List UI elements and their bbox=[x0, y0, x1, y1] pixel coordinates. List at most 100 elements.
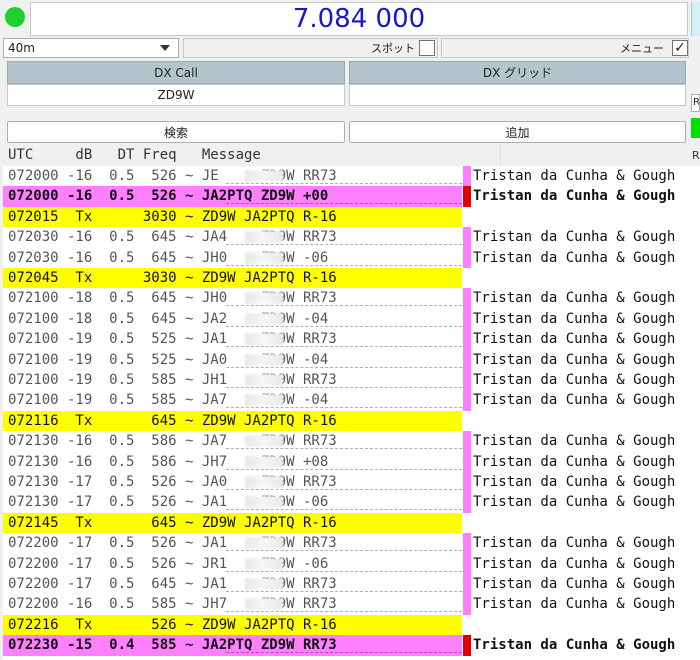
tx-row[interactable]: 072145 Tx 645 ~ ZD9W JA2PTQ R-16 bbox=[3, 512, 700, 534]
tx-row[interactable]: 072015 Tx 3030 ~ ZD9W JA2PTQ R-16 bbox=[3, 206, 700, 228]
decode-row[interactable]: 072130 -17 0.5 526 ~ JA0 ZD9W RR73 Trista… bbox=[3, 472, 700, 493]
add-button[interactable]: 追加 bbox=[349, 121, 686, 143]
decode-row[interactable]: 072000 -16 0.5 526 ~ JE ZD9W RR73 Tristan… bbox=[3, 166, 700, 187]
decode-text: 072216 Tx 526 ~ ZD9W JA2PTQ R-16 bbox=[8, 616, 337, 633]
message-underline bbox=[226, 244, 462, 246]
cq-marker bbox=[463, 431, 471, 452]
cq-marker bbox=[463, 594, 471, 615]
message-underline bbox=[226, 550, 462, 552]
dx-call-input[interactable]: ZD9W bbox=[7, 84, 345, 106]
redacted-callsign bbox=[245, 455, 283, 468]
decode-row[interactable]: 072130 -17 0.5 526 ~ JA1 ZD9W -06 Tristan… bbox=[3, 492, 700, 513]
message-underline bbox=[226, 264, 462, 266]
my-call-row[interactable]: 072230 -15 0.4 585 ~ JA2PTQ ZD9W RR73 Tri… bbox=[3, 635, 700, 656]
cq-marker bbox=[463, 186, 471, 207]
country-name: Tristan da Cunha & Gough bbox=[473, 392, 676, 409]
redacted-callsign bbox=[245, 537, 283, 550]
redacted-callsign bbox=[245, 496, 283, 509]
country-name: Tristan da Cunha & Gough bbox=[473, 433, 676, 450]
decode-row[interactable]: 072100 -18 0.5 645 ~ JH0 ZD9W RR73 Trista… bbox=[3, 288, 700, 309]
decode-row[interactable]: 072100 -19 0.5 525 ~ JA1 ZD9W RR73 Trista… bbox=[3, 329, 700, 350]
message-underline bbox=[226, 203, 462, 205]
country-name: Tristan da Cunha & Gough bbox=[473, 555, 676, 572]
tx-row[interactable]: 072116 Tx 645 ~ ZD9W JA2PTQ R-16 bbox=[3, 410, 700, 432]
cq-marker bbox=[463, 553, 471, 574]
dx-call-label: DX Call bbox=[154, 65, 198, 80]
decode-row[interactable]: 072130 -16 0.5 586 ~ JH7 ZD9W +08 Tristan… bbox=[3, 451, 700, 472]
frequency-display[interactable]: 7.084 000 bbox=[30, 2, 688, 36]
status-led bbox=[5, 7, 25, 27]
tx-row[interactable]: 072045 Tx 3030 ~ ZD9W JA2PTQ R-16 bbox=[3, 268, 700, 289]
redacted-callsign bbox=[245, 435, 283, 448]
band-select[interactable]: 40m bbox=[3, 38, 179, 58]
search-button[interactable]: 検索 bbox=[7, 121, 345, 143]
message-underline bbox=[226, 407, 462, 409]
country-name: Tristan da Cunha & Gough bbox=[473, 249, 676, 266]
tx-row[interactable]: 072216 Tx 526 ~ ZD9W JA2PTQ R-16 bbox=[3, 614, 700, 636]
redacted-callsign bbox=[245, 292, 283, 305]
country-name: Tristan da Cunha & Gough bbox=[473, 596, 676, 613]
decode-row[interactable]: 072030 -16 0.5 645 ~ JA4 ZD9W RR73 Trista… bbox=[3, 227, 700, 248]
frequency-value: 7.084 000 bbox=[292, 4, 426, 34]
message-underline bbox=[226, 325, 462, 327]
decode-log[interactable]: 072000 -16 0.5 526 ~ JE ZD9W RR73 Tristan… bbox=[3, 166, 700, 660]
decode-row[interactable]: 072030 -16 0.5 645 ~ JH0 ZD9W -06 Tristan… bbox=[3, 247, 700, 268]
country-name: Tristan da Cunha & Gough bbox=[473, 331, 676, 348]
check-icon: ✓ bbox=[674, 40, 686, 56]
side-r-label: R bbox=[693, 97, 700, 108]
decode-text: 072116 Tx 645 ~ ZD9W JA2PTQ R-16 bbox=[8, 412, 337, 429]
search-button-label: 検索 bbox=[163, 125, 188, 140]
redacted-callsign bbox=[245, 353, 283, 366]
decode-row[interactable]: 072200 -17 0.5 526 ~ JA1 ZD9W RR73 Trista… bbox=[3, 533, 700, 554]
decode-row[interactable]: 072200 -16 0.5 585 ~ JH7 ZD9W RR73 Trista… bbox=[3, 594, 700, 615]
message-underline bbox=[226, 346, 462, 348]
message-underline bbox=[226, 489, 462, 490]
chevron-down-icon[interactable] bbox=[160, 45, 170, 51]
redacted-callsign bbox=[245, 476, 283, 488]
spot-label: スポット bbox=[371, 42, 415, 55]
decode-row[interactable]: 072100 -19 0.5 585 ~ JA7 ZD9W -04 Tristan… bbox=[3, 390, 700, 411]
decode-row[interactable]: 072100 -19 0.5 585 ~ JH1 ZD9W RR73 Trista… bbox=[3, 370, 700, 391]
cq-marker bbox=[463, 492, 471, 513]
message-underline bbox=[226, 305, 462, 307]
my-call-row[interactable]: 072000 -16 0.5 526 ~ JA2PTQ ZD9W +00 Tris… bbox=[3, 186, 700, 207]
side-r-button[interactable]: R bbox=[691, 94, 700, 112]
redacted-callsign bbox=[245, 394, 283, 407]
redacted-callsign bbox=[245, 251, 283, 264]
cq-marker bbox=[463, 533, 471, 554]
redacted-callsign bbox=[245, 598, 283, 611]
decode-row[interactable]: 072200 -17 0.5 645 ~ JA1 ZD9W RR73 Trista… bbox=[3, 574, 700, 595]
country-name: Tristan da Cunha & Gough bbox=[473, 576, 676, 592]
country-name: Tristan da Cunha & Gough bbox=[473, 474, 676, 490]
menu-checkbox[interactable]: ✓ bbox=[672, 40, 688, 56]
decode-text: 072045 Tx 3030 ~ ZD9W JA2PTQ R-16 bbox=[8, 270, 337, 286]
menu-label: メニュー bbox=[620, 42, 664, 55]
message-underline bbox=[226, 183, 462, 184]
dx-call-value: ZD9W bbox=[157, 88, 195, 102]
redacted-callsign bbox=[245, 333, 283, 346]
redacted-callsign bbox=[245, 312, 283, 325]
cq-marker bbox=[463, 329, 471, 350]
country-name: Tristan da Cunha & Gough bbox=[473, 310, 676, 327]
decode-row[interactable]: 072200 -17 0.5 526 ~ JR1 ZD9W -06 Tristan… bbox=[3, 553, 700, 574]
message-underline bbox=[226, 448, 462, 450]
edge-panel bbox=[691, 2, 700, 36]
decode-row[interactable]: 072130 -16 0.5 586 ~ JA7 ZD9W RR73 Trista… bbox=[3, 431, 700, 452]
cq-marker bbox=[463, 166, 471, 187]
dx-grid-label: DX グリッド bbox=[482, 66, 553, 80]
decode-row[interactable]: 072100 -19 0.5 525 ~ JA0 ZD9W -04 Tristan… bbox=[3, 349, 700, 370]
redacted-callsign bbox=[245, 374, 283, 386]
cq-marker bbox=[463, 227, 471, 248]
cq-marker bbox=[463, 308, 471, 330]
spot-checkbox[interactable] bbox=[419, 40, 435, 56]
decode-row[interactable]: 072100 -18 0.5 645 ~ JA2 ZD9W -04 Tristan… bbox=[3, 308, 700, 330]
country-name: Tristan da Cunha & Gough bbox=[473, 168, 676, 184]
message-underline bbox=[226, 611, 462, 613]
log-right-label: R bbox=[692, 149, 700, 162]
cq-marker bbox=[463, 574, 471, 595]
country-name: Tristan da Cunha & Gough bbox=[473, 351, 676, 368]
dx-grid-header: DX グリッド bbox=[349, 61, 686, 84]
message-underline bbox=[226, 366, 462, 368]
dx-grid-input[interactable] bbox=[349, 84, 686, 106]
message-underline bbox=[226, 591, 462, 592]
